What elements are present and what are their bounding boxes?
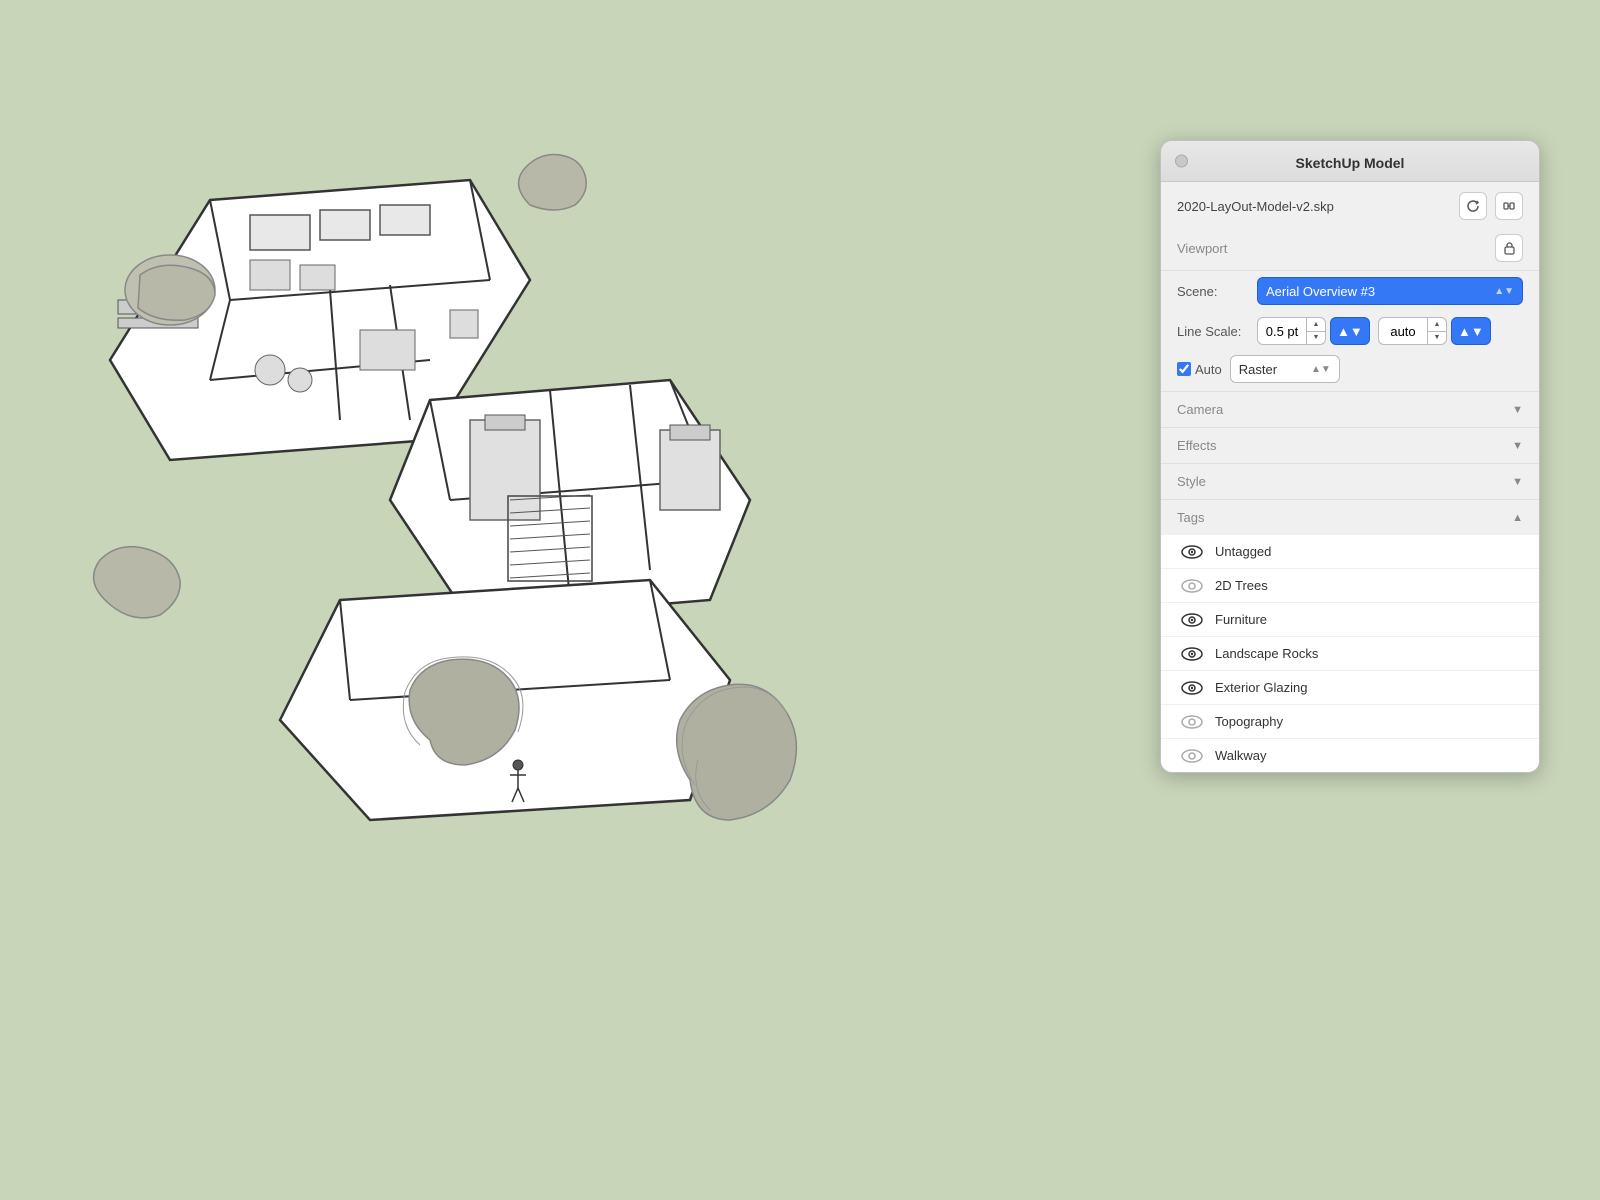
line-scale-input[interactable] — [1258, 318, 1306, 344]
style-chevron-icon: ▼ — [1512, 476, 1523, 488]
panel-header: SketchUp Model — [1161, 141, 1539, 182]
auto-scale-up-button[interactable]: ▲ — [1428, 318, 1446, 332]
auto-scale-spinners: ▲ ▼ — [1427, 318, 1446, 344]
auto-label: Auto — [1195, 362, 1222, 377]
tag-name-2dtrees: 2D Trees — [1215, 578, 1268, 593]
line-scale-input-group: ▲ ▼ — [1257, 317, 1326, 345]
tag-name-furniture: Furniture — [1215, 612, 1267, 627]
panel-close-button[interactable] — [1175, 155, 1188, 168]
tags-section-header[interactable]: Tags ▲ — [1161, 500, 1539, 535]
canvas-area — [0, 0, 1000, 1200]
file-name: 2020-LayOut-Model-v2.skp — [1177, 199, 1334, 214]
camera-section: Camera ▼ — [1161, 391, 1539, 427]
tag-row-exterior-glazing[interactable]: Exterior Glazing — [1161, 671, 1539, 705]
viewport-label: Viewport — [1177, 241, 1227, 256]
tags-section: Tags ▲ Untagged — [1161, 499, 1539, 772]
tag-name-untagged: Untagged — [1215, 544, 1271, 559]
scene-row: Scene: Aerial Overview #3 ▲▼ — [1161, 271, 1539, 311]
tag-row-landscape-rocks[interactable]: Landscape Rocks — [1161, 637, 1539, 671]
scene-value: Aerial Overview #3 — [1266, 284, 1375, 299]
line-scale-row: Line Scale: ▲ ▼ ▲▼ ▲ ▼ ▲▼ — [1161, 311, 1539, 351]
auto-scale-unit-chevron: ▲▼ — [1458, 324, 1484, 339]
camera-chevron-icon: ▼ — [1512, 404, 1523, 416]
auto-scale-down-button[interactable]: ▼ — [1428, 332, 1446, 345]
tag-visibility-icon-topography — [1181, 715, 1203, 729]
line-scale-unit-dropdown[interactable]: ▲▼ — [1330, 317, 1370, 345]
tag-name-walkway: Walkway — [1215, 748, 1267, 763]
scene-chevron-icon: ▲▼ — [1494, 286, 1514, 297]
panel-title: SketchUp Model — [1177, 155, 1523, 171]
auto-checkbox-wrap: Auto — [1177, 362, 1222, 377]
tag-row-furniture[interactable]: Furniture — [1161, 603, 1539, 637]
tag-name-exterior-glazing: Exterior Glazing — [1215, 680, 1307, 695]
effects-section: Effects ▼ — [1161, 427, 1539, 463]
tag-visibility-icon-landscape-rocks — [1181, 647, 1203, 661]
line-scale-unit-chevron: ▲▼ — [1337, 324, 1363, 339]
tag-row-walkway[interactable]: Walkway — [1161, 739, 1539, 772]
line-scale-up-button[interactable]: ▲ — [1307, 318, 1325, 332]
tag-visibility-icon-exterior-glazing — [1181, 681, 1203, 695]
render-mode-value: Raster — [1239, 362, 1277, 377]
tag-row-2dtrees[interactable]: 2D Trees — [1161, 569, 1539, 603]
link-button[interactable] — [1495, 192, 1523, 220]
line-scale-group: ▲ ▼ ▲▼ — [1257, 317, 1370, 345]
architectural-sketch — [50, 120, 870, 940]
tags-chevron-icon: ▲ — [1512, 512, 1523, 524]
tag-row-topography[interactable]: Topography — [1161, 705, 1539, 739]
tags-list: Untagged 2D Trees — [1161, 535, 1539, 772]
tag-visibility-icon-untagged — [1181, 545, 1203, 559]
render-mode-dropdown[interactable]: Raster ▲▼ — [1230, 355, 1340, 383]
tags-section-label: Tags — [1177, 510, 1204, 525]
effects-section-header[interactable]: Effects ▼ — [1161, 428, 1539, 463]
tag-row-untagged[interactable]: Untagged — [1161, 535, 1539, 569]
sketchup-model-panel: SketchUp Model 2020-LayOut-Model-v2.skp … — [1160, 140, 1540, 773]
effects-chevron-icon: ▼ — [1512, 440, 1523, 452]
tag-visibility-icon-walkway — [1181, 749, 1203, 763]
tag-name-landscape-rocks: Landscape Rocks — [1215, 646, 1318, 661]
auto-raster-row: Auto Raster ▲▼ — [1161, 351, 1539, 391]
render-mode-chevron-icon: ▲▼ — [1311, 364, 1331, 375]
scene-label: Scene: — [1177, 284, 1249, 299]
tag-name-topography: Topography — [1215, 714, 1283, 729]
scene-dropdown[interactable]: Aerial Overview #3 ▲▼ — [1257, 277, 1523, 305]
line-scale-spinners: ▲ ▼ — [1306, 318, 1325, 344]
camera-section-header[interactable]: Camera ▼ — [1161, 392, 1539, 427]
viewport-section: Viewport — [1161, 226, 1539, 271]
line-scale-down-button[interactable]: ▼ — [1307, 332, 1325, 345]
style-section-header[interactable]: Style ▼ — [1161, 464, 1539, 499]
auto-scale-group: ▲ ▼ ▲▼ — [1378, 317, 1491, 345]
effects-section-label: Effects — [1177, 438, 1217, 453]
camera-section-label: Camera — [1177, 402, 1223, 417]
auto-scale-unit-dropdown[interactable]: ▲▼ — [1451, 317, 1491, 345]
tag-visibility-icon-2dtrees — [1181, 579, 1203, 593]
line-scale-label: Line Scale: — [1177, 324, 1249, 339]
auto-scale-input-group: ▲ ▼ — [1378, 317, 1447, 345]
refresh-button[interactable] — [1459, 192, 1487, 220]
file-action-icons — [1459, 192, 1523, 220]
file-row: 2020-LayOut-Model-v2.skp — [1161, 182, 1539, 226]
tag-visibility-icon-furniture — [1181, 613, 1203, 627]
viewport-lock-button[interactable] — [1495, 234, 1523, 262]
style-section-label: Style — [1177, 474, 1206, 489]
auto-checkbox[interactable] — [1177, 362, 1191, 376]
auto-scale-input[interactable] — [1379, 318, 1427, 344]
style-section: Style ▼ — [1161, 463, 1539, 499]
